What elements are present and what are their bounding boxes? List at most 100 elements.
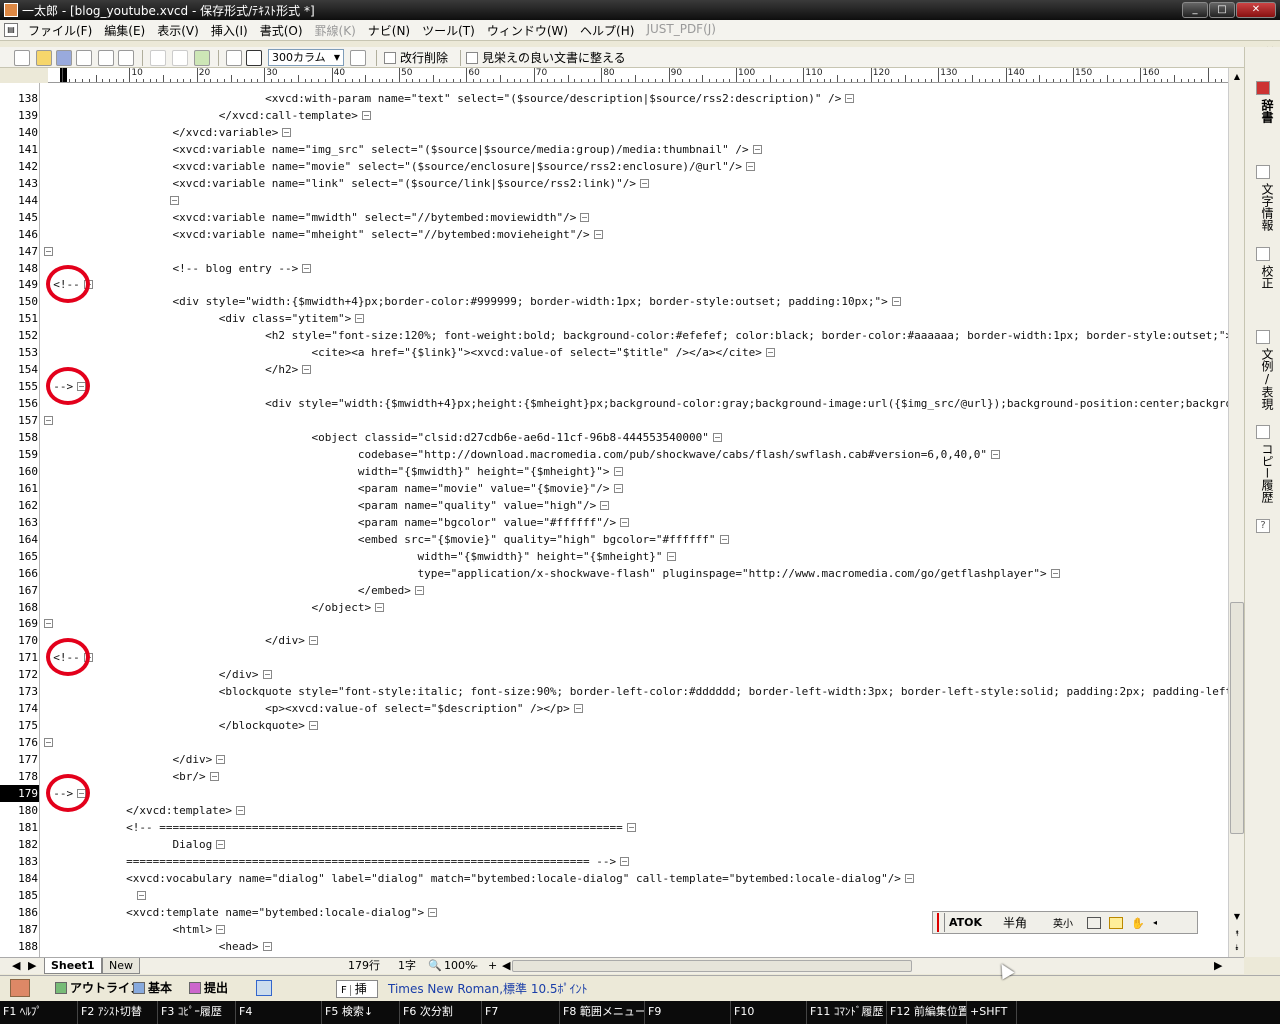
code-line[interactable]: <head> (40, 938, 272, 955)
code-line[interactable]: <xvcd:vocabulary name="dialog" label="di… (40, 870, 914, 887)
columns-select[interactable]: 300カラム ▼ (268, 49, 344, 66)
panel-phrases[interactable]: 文例/表現 (1253, 348, 1274, 410)
dictionary-icon[interactable] (1256, 81, 1270, 95)
code-line[interactable]: <xvcd:with-param name="text" select="($s… (40, 90, 855, 107)
scroll-down-arrow-icon[interactable]: ▼ (1230, 910, 1244, 924)
menu-item-1[interactable]: 編集(E) (98, 22, 151, 39)
code-line[interactable]: <object classid="clsid:d27cdb6e-ae6d-11c… (40, 429, 722, 446)
page-down-icon[interactable]: ⯯ (1230, 941, 1244, 955)
sheet-tab-new[interactable]: New (102, 958, 140, 974)
code-line[interactable]: <param name="movie" value="{$movie}"/> (40, 480, 623, 497)
basic-button[interactable]: 基本 (132, 979, 172, 997)
code-line[interactable]: <xvcd:variable name="movie" select="($so… (40, 158, 755, 175)
function-key-11[interactable]: F11 ｺﾏﾝﾄﾞ履歴 (807, 1001, 887, 1024)
code-line[interactable]: Dialog (40, 836, 226, 853)
vertical-scrollbar[interactable]: ▲ ▼ ⯭ ⯯ (1228, 68, 1244, 957)
code-line[interactable]: <p><xvcd:value-of select="$description" … (40, 700, 583, 717)
code-line[interactable]: width="{$mwidth}" height="{$mheight}" (40, 548, 676, 565)
outline-button[interactable]: アウトライン (54, 979, 142, 997)
atok-ime-bar[interactable]: ATOK 半角 英小 ✋ ◂ (932, 911, 1198, 934)
atok-menu-icon[interactable] (1087, 916, 1101, 929)
function-key-8[interactable]: F8 範囲メニュー (560, 1001, 645, 1024)
code-line[interactable]: <xvcd:variable name="link" select="($sou… (40, 175, 650, 192)
code-line[interactable]: <div class="ytitem"> (40, 310, 365, 327)
print-icon[interactable] (98, 50, 114, 66)
code-line[interactable] (40, 734, 53, 751)
copy-icon[interactable] (172, 50, 188, 66)
copy-history-icon[interactable] (1256, 425, 1270, 439)
panel-copy-history[interactable]: コピー履歴 (1253, 443, 1274, 503)
code-line[interactable]: <cite><a href="{$link}"><xvcd:value-of s… (40, 344, 775, 361)
code-line[interactable]: </blockquote> (40, 717, 318, 734)
function-key-13[interactable]: +SHFT (967, 1001, 1017, 1024)
code-line[interactable]: </div> (40, 666, 272, 683)
zoom-out-button[interactable]: - (474, 958, 478, 973)
atok-options-icon[interactable]: ◂ (1153, 918, 1161, 927)
vertical-scroll-thumb[interactable] (1230, 602, 1244, 834)
text-editor[interactable]: <xvcd:with-param name="text" select="($s… (40, 83, 1228, 957)
code-line[interactable]: <embed src="{$movie}" quality="high" bgc… (40, 531, 729, 548)
zoom-icon[interactable]: 🔍 (428, 958, 442, 973)
function-key-2[interactable]: F2 ｱｼｽﾄ切替 (78, 1001, 158, 1024)
close-button[interactable]: ✕ (1236, 2, 1276, 18)
function-key-12[interactable]: F12 前編集位置 (887, 1001, 967, 1024)
function-key-10[interactable]: F10 (731, 1001, 807, 1024)
atok-label[interactable]: ATOK (949, 916, 1003, 929)
atok-input-mode[interactable]: 半角 (1003, 914, 1053, 931)
document-icon[interactable]: ▤ (4, 23, 18, 37)
code-line[interactable]: type="application/x-shockwave-flash" plu… (40, 565, 1060, 582)
page-up-icon[interactable]: ⯭ (1230, 927, 1244, 941)
open-folder-icon[interactable] (36, 50, 52, 66)
scroll-up-arrow-icon[interactable]: ▲ (1230, 70, 1244, 84)
atok-hand-icon[interactable]: ✋ (1131, 917, 1145, 930)
code-line[interactable]: ========================================… (40, 853, 630, 870)
code-line[interactable]: <xvcd:variable name="img_src" select="($… (40, 141, 762, 158)
function-key-6[interactable]: F6 次分割 (400, 1001, 482, 1024)
code-line[interactable]: codebase="http://download.macromedia.com… (40, 446, 1001, 463)
menu-item-3[interactable]: 挿入(I) (205, 22, 254, 39)
panel-proofread[interactable]: 校正 (1253, 265, 1274, 289)
code-line[interactable]: <html> (40, 921, 226, 938)
atok-edit-icon[interactable] (1109, 916, 1123, 929)
submit-button[interactable]: 提出 (188, 979, 228, 997)
save-icon[interactable] (56, 50, 72, 66)
code-line[interactable]: width="{$mwidth}" height="{$mheight}"> (40, 463, 623, 480)
code-line[interactable] (40, 412, 53, 429)
code-line[interactable]: <xvcd:variable name="mheight" select="//… (40, 226, 603, 243)
code-line[interactable]: </embed> (40, 582, 424, 599)
maximize-button[interactable]: □ (1209, 2, 1235, 18)
ruler[interactable]: 10 20 30 40 50 60 70 80 90 100 110 120 130 140 150 160 (48, 68, 1228, 83)
menu-item-9[interactable]: ヘルプ(H) (574, 22, 640, 39)
menu-item-8[interactable]: ウィンドウ(W) (481, 22, 574, 39)
new-doc-icon[interactable] (14, 50, 30, 66)
char-info-icon[interactable] (1256, 165, 1270, 179)
code-line[interactable] (40, 615, 53, 632)
code-line[interactable]: </xvcd:variable> (40, 124, 292, 141)
panel-char-info[interactable]: 文字情報 (1253, 183, 1274, 231)
menu-item-4[interactable]: 書式(O) (254, 22, 309, 39)
hscroll-left-arrow-icon[interactable]: ◀ (502, 958, 510, 973)
cut-icon[interactable] (150, 50, 166, 66)
code-line[interactable]: </object> (40, 599, 385, 616)
menu-item-6[interactable]: ナビ(N) (362, 22, 416, 39)
font-info[interactable]: Times New Roman,標準 10.5ﾎﾟｲﾝﾄ (388, 980, 588, 998)
menu-item-0[interactable]: ファイル(F) (22, 22, 98, 39)
code-line[interactable] (40, 887, 146, 904)
save-as-icon[interactable] (76, 50, 92, 66)
paste-icon[interactable] (194, 50, 210, 66)
function-key-4[interactable]: F4 (236, 1001, 322, 1024)
phrase-icon[interactable] (1256, 330, 1270, 344)
code-line[interactable]: <div style="width:{$mwidth+4}px;border-c… (40, 293, 901, 310)
zoom-level[interactable]: 100% (444, 958, 475, 973)
horizontal-scroll-thumb[interactable] (512, 960, 912, 972)
hscroll-right-arrow-icon[interactable]: ▶ (1214, 958, 1222, 973)
sheet-tab-sheet1[interactable]: Sheet1 (44, 958, 102, 974)
code-line[interactable]: <h2 style="font-size:120%; font-weight:b… (40, 327, 1228, 344)
minimize-button[interactable]: _ (1182, 2, 1208, 18)
format-doc-button[interactable]: 見栄えの良い文書に整える (464, 50, 626, 66)
code-line[interactable] (40, 192, 179, 209)
code-line[interactable] (40, 243, 53, 260)
atok-case-mode[interactable]: 英小 (1053, 915, 1087, 930)
function-key-7[interactable]: F7 (482, 1001, 560, 1024)
panel-dictionary[interactable]: 辞書 (1253, 99, 1274, 123)
